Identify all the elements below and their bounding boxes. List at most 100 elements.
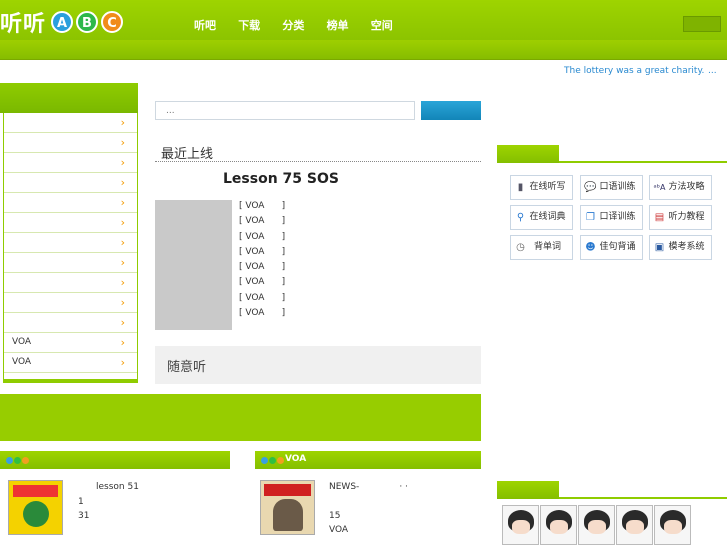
tool-label: 口语训练	[599, 182, 636, 192]
dots-icon	[261, 456, 285, 467]
chevron-right-icon: ›	[120, 116, 125, 129]
avatar[interactable]	[616, 505, 653, 545]
search-button[interactable]	[421, 101, 481, 120]
course-panel	[0, 451, 230, 469]
document-icon: ▤	[654, 212, 665, 223]
nav-item-category[interactable]: 分类	[282, 17, 304, 33]
avatar[interactable]	[654, 505, 691, 545]
list-item[interactable]: [ VOA ]	[239, 277, 285, 292]
voa-book-cover-image[interactable]	[260, 480, 315, 535]
sidebar-item[interactable]: ›	[4, 293, 137, 313]
avatar-face	[549, 520, 568, 534]
tool-vocabulary[interactable]: ◷ 背单词	[510, 235, 573, 260]
list-item[interactable]: [ VOA ]	[239, 201, 285, 216]
tool-label: 在线听写	[529, 182, 566, 192]
screen-icon: ▣	[654, 242, 665, 253]
featured-lesson-title[interactable]: Lesson 75 SOS	[223, 171, 339, 187]
avatar[interactable]	[502, 505, 539, 545]
sidebar-item[interactable]: ›	[4, 173, 137, 193]
sidebar-item[interactable]: ›	[4, 113, 137, 133]
panel-header: VOA	[255, 451, 481, 469]
tool-sentence-recitation[interactable]: ☻ 佳句背诵	[580, 235, 643, 260]
avatar[interactable]	[578, 505, 615, 545]
tool-listening-tutorial[interactable]: ▤ 听力教程	[649, 205, 712, 230]
cover-portrait	[272, 499, 303, 531]
lesson-thumbnail[interactable]	[155, 200, 232, 330]
sidebar-item-voa[interactable]: VOA ›	[4, 333, 137, 353]
sidebar-item[interactable]: ›	[4, 313, 137, 333]
sidebar-item[interactable]: ›	[4, 133, 137, 153]
list-item[interactable]: [ VOA ]	[239, 293, 285, 308]
sidebar-item[interactable]: ›	[4, 253, 137, 273]
sidebar-item[interactable]: ›	[4, 213, 137, 233]
dictation-icon: ▮	[517, 182, 524, 193]
cover-banner	[13, 485, 58, 497]
site-logo-text[interactable]: 听听	[0, 6, 46, 38]
voa-panel: VOA	[255, 451, 481, 469]
cover-disc	[22, 501, 49, 527]
chevron-right-icon: ›	[120, 356, 125, 369]
chevron-right-icon: ›	[120, 176, 125, 189]
green-banner	[0, 394, 481, 441]
copy-icon: ❐	[586, 212, 595, 223]
chat-icon: 💬	[584, 182, 597, 193]
list-item[interactable]: [ VOA ]	[239, 262, 285, 277]
chevron-right-icon: ›	[120, 216, 125, 229]
nav-item-download[interactable]: 下载	[238, 17, 260, 33]
tool-online-dictionary[interactable]: ⚲ 在线词典	[510, 205, 573, 230]
tool-interpretation-training[interactable]: ❐ 口译训练	[580, 205, 643, 230]
tool-speaking-training[interactable]: 💬 口语训练	[580, 175, 643, 200]
search-input[interactable]	[155, 101, 415, 120]
abc-icon: ᵃᵇA	[653, 183, 666, 192]
voa-list: [ VOA ] [ VOA ] [ VOA ] [ VOA ] [ VOA ] …	[239, 201, 285, 323]
chevron-right-icon: ›	[120, 336, 125, 349]
nav-item-tingba[interactable]: 听吧	[194, 17, 216, 33]
chevron-right-icon: ›	[120, 276, 125, 289]
course-meta: 1	[78, 497, 84, 507]
tool-online-dictation[interactable]: ▮ 在线听写	[510, 175, 573, 200]
ticker-text[interactable]: The lottery was a great charity.	[564, 66, 704, 76]
tool-mock-exam[interactable]: ▣ 模考系统	[649, 235, 712, 260]
tool-label: 模考系统	[668, 242, 705, 252]
person-icon: ☻	[585, 242, 596, 253]
panel-header	[0, 451, 230, 469]
avatar-face	[625, 520, 644, 534]
course-title[interactable]: lesson 51	[96, 482, 139, 492]
ticker-more-link[interactable]: ...	[708, 66, 717, 76]
divider	[155, 161, 481, 162]
sub-navigation-bar	[0, 40, 727, 60]
tool-label: 口译训练	[599, 212, 636, 222]
sidebar-header	[0, 83, 138, 113]
book-cover-image[interactable]	[8, 480, 63, 535]
nav-item-space[interactable]: 空间	[371, 17, 393, 33]
sidebar-item[interactable]: ›	[4, 233, 137, 253]
panel-title: VOA	[285, 454, 307, 464]
users-header	[497, 481, 727, 499]
sidebar-item[interactable]: ›	[4, 153, 137, 173]
chevron-right-icon: ›	[120, 136, 125, 149]
sidebar-item[interactable]: ›	[4, 273, 137, 293]
tool-method-guide[interactable]: ᵃᵇA 方法攻略	[649, 175, 712, 200]
list-item[interactable]: [ VOA ]	[239, 232, 285, 247]
news-title[interactable]: NEWS- · ·	[329, 482, 408, 492]
tool-label: 在线词典	[529, 212, 566, 222]
sidebar-item[interactable]: ›	[4, 193, 137, 213]
chevron-right-icon: ›	[120, 296, 125, 309]
avatar[interactable]	[540, 505, 577, 545]
users-header-tab	[497, 481, 559, 499]
main-nav: 听吧 下载 分类 榜单 空间	[194, 17, 412, 33]
list-item[interactable]: [ VOA ]	[239, 216, 285, 231]
sidebar-item-voa[interactable]: VOA ›	[4, 353, 137, 373]
recent-section-title: 最近上线	[161, 147, 214, 162]
news-meta: VOA	[329, 525, 349, 535]
list-item[interactable]: [ VOA ]	[239, 308, 285, 323]
sidebar-item-label: VOA	[12, 357, 32, 367]
magnifier-icon: ⚲	[516, 212, 525, 223]
login-button[interactable]	[683, 16, 721, 32]
logo-letter-c: C	[101, 11, 123, 33]
nav-item-ranking[interactable]: 榜单	[327, 17, 349, 33]
sidebar-item-label: VOA	[12, 337, 32, 347]
avatar-face	[663, 520, 682, 534]
chevron-right-icon: ›	[120, 256, 125, 269]
list-item[interactable]: [ VOA ]	[239, 247, 285, 262]
